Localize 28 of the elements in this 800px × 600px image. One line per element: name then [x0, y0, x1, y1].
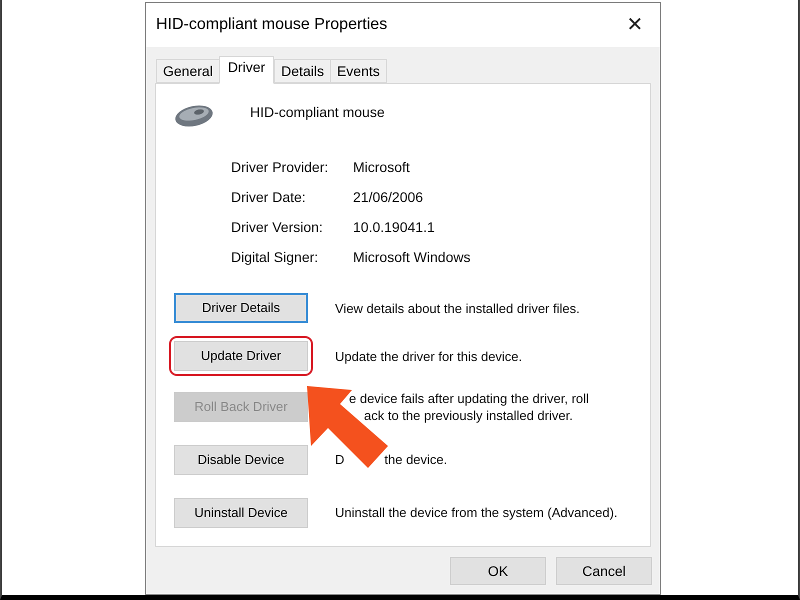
window-title: HID-compliant mouse Properties	[156, 15, 388, 35]
property-value: Microsoft	[353, 158, 410, 176]
tab[interactable]: Details	[274, 59, 331, 83]
property-value: 21/06/2006	[353, 188, 424, 206]
action-button[interactable]: Disable Device	[174, 444, 308, 474]
description-text: the device.	[384, 451, 448, 468]
action-button[interactable]: Update Driver	[174, 341, 308, 371]
device-name: HID-compliant mouse	[250, 103, 385, 122]
dialog-button[interactable]: Cancel	[556, 557, 652, 585]
property-value: Microsoft Windows	[353, 248, 470, 266]
description-text: ack to the previously installed driver.	[363, 406, 574, 424]
description-text: e device fails after updating the driver, roll	[348, 390, 589, 406]
tab[interactable]: Events	[330, 59, 387, 83]
dialog-button[interactable]: OK	[450, 557, 546, 585]
close-button[interactable]: ✕	[620, 10, 650, 40]
description-text: Uninstall the device from the system (Advanced).	[335, 504, 618, 521]
description-text: Update the driver for this device.	[335, 348, 522, 364]
property-label: Driver Version:	[231, 218, 324, 236]
description-text: D	[335, 451, 344, 468]
tab[interactable]: General	[156, 59, 220, 83]
property-label: Digital Signer:	[231, 248, 320, 267]
action-button[interactable]: Driver Details	[174, 293, 308, 323]
property-label: Driver Date:	[231, 188, 307, 206]
tab[interactable]: Driver	[218, 56, 274, 84]
description-text: View details about the installed driver files.	[335, 300, 580, 316]
action-button[interactable]: Uninstall Device	[174, 498, 308, 528]
property-value: 10.0.19041.1	[353, 218, 435, 236]
property-label: Driver Provider:	[231, 158, 330, 176]
